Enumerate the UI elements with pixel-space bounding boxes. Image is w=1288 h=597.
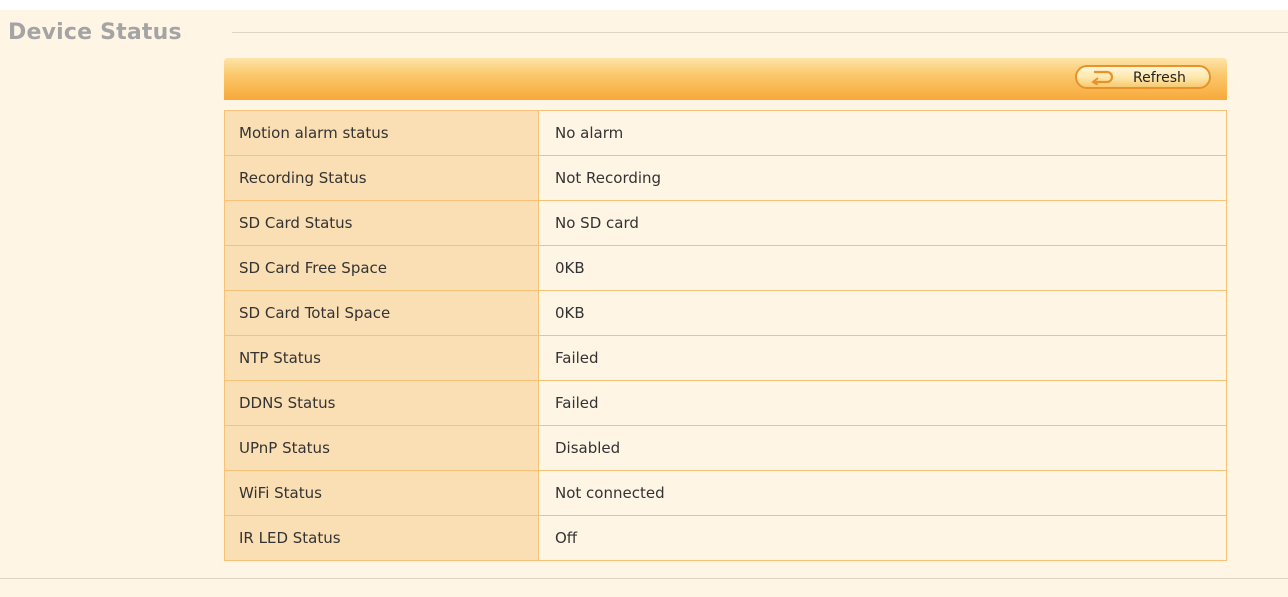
row-value-sd-total: 0KB (538, 290, 1227, 336)
row-label-sd-total: SD Card Total Space (224, 290, 539, 336)
table-row: IR LED Status Off (224, 515, 1227, 561)
row-value-recording: Not Recording (538, 155, 1227, 201)
status-panel: Refresh Motion alarm status No alarm Rec… (224, 58, 1227, 561)
table-row: Motion alarm status No alarm (224, 110, 1227, 156)
row-value-sd-card: No SD card (538, 200, 1227, 246)
table-row: DDNS Status Failed (224, 380, 1227, 426)
row-value-wifi: Not connected (538, 470, 1227, 516)
status-table: Motion alarm status No alarm Recording S… (224, 110, 1227, 561)
row-value-ntp: Failed (538, 335, 1227, 381)
row-label-sd-card: SD Card Status (224, 200, 539, 246)
toolbar-gap (224, 100, 1227, 110)
bottom-divider (0, 578, 1288, 579)
refresh-arrow-icon (1091, 70, 1114, 85)
row-label-wifi: WiFi Status (224, 470, 539, 516)
toolbar: Refresh (224, 58, 1227, 100)
row-value-sd-free: 0KB (538, 245, 1227, 291)
row-value-ir-led: Off (538, 515, 1227, 561)
top-strip (0, 0, 1288, 10)
row-label-motion-alarm: Motion alarm status (224, 110, 539, 156)
title-divider (232, 32, 1288, 33)
row-label-ntp: NTP Status (224, 335, 539, 381)
row-value-upnp: Disabled (538, 425, 1227, 471)
row-label-ir-led: IR LED Status (224, 515, 539, 561)
table-row: SD Card Free Space 0KB (224, 245, 1227, 291)
row-label-recording: Recording Status (224, 155, 539, 201)
table-row: Recording Status Not Recording (224, 155, 1227, 201)
table-row: NTP Status Failed (224, 335, 1227, 381)
table-row: SD Card Total Space 0KB (224, 290, 1227, 336)
bottom-strip (0, 582, 1288, 597)
table-row: UPnP Status Disabled (224, 425, 1227, 471)
row-label-upnp: UPnP Status (224, 425, 539, 471)
refresh-label: Refresh (1133, 70, 1186, 86)
row-label-sd-free: SD Card Free Space (224, 245, 539, 291)
row-label-ddns: DDNS Status (224, 380, 539, 426)
page-title: Device Status (8, 20, 186, 46)
table-row: SD Card Status No SD card (224, 200, 1227, 246)
refresh-button[interactable]: Refresh (1075, 65, 1211, 89)
row-value-ddns: Failed (538, 380, 1227, 426)
row-value-motion-alarm: No alarm (538, 110, 1227, 156)
table-row: WiFi Status Not connected (224, 470, 1227, 516)
